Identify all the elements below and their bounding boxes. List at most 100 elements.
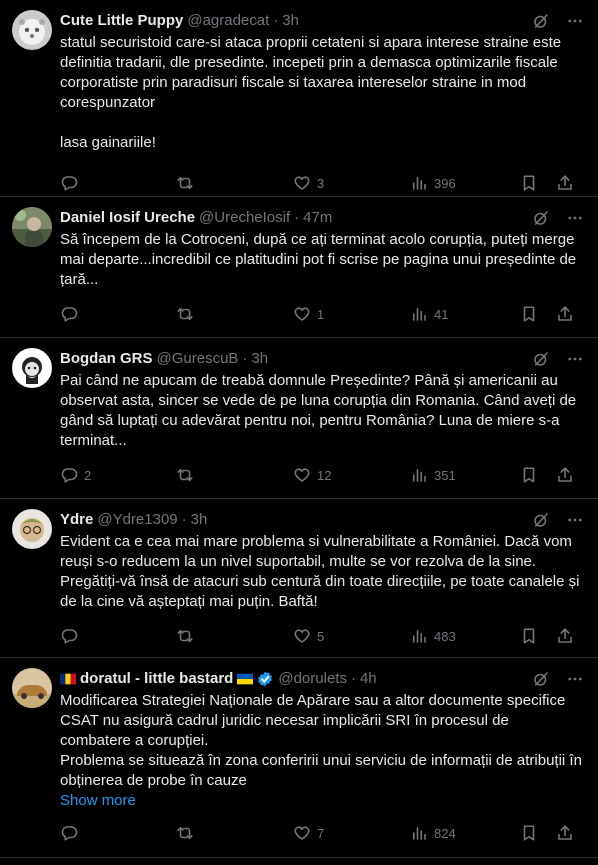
view-count: 483 — [434, 628, 456, 644]
author-name[interactable]: doratul - little bastard — [80, 669, 233, 689]
author-handle[interactable]: @Ydre1309 — [97, 510, 177, 530]
bookmark-icon — [520, 627, 538, 645]
like-button[interactable]: 1 — [293, 304, 324, 324]
separator: · — [242, 350, 248, 367]
more-icon[interactable] — [566, 350, 584, 368]
views-chart-icon — [410, 305, 428, 323]
avatar[interactable] — [12, 509, 52, 549]
separator: · — [273, 12, 279, 29]
tweet[interactable]: Daniel Iosif Ureche @UrecheIosif · 47m S… — [0, 197, 598, 338]
reply-button[interactable] — [60, 823, 84, 843]
timestamp[interactable]: 3h — [282, 11, 299, 31]
reply-button[interactable] — [60, 304, 84, 324]
share-button[interactable] — [556, 304, 574, 324]
repost-icon — [176, 305, 194, 323]
avatar[interactable] — [12, 10, 52, 50]
share-button[interactable] — [556, 626, 574, 646]
repost-button[interactable] — [176, 304, 200, 324]
repost-icon — [176, 466, 194, 484]
share-button[interactable] — [556, 823, 574, 843]
author-handle[interactable]: @dorulets — [278, 669, 347, 689]
tweet-text: Pai când ne apucam de treabă domnule Pre… — [60, 372, 581, 449]
heart-icon — [293, 305, 311, 323]
action-bar: 7 824 — [60, 823, 582, 843]
reply-icon — [60, 627, 78, 645]
reply-icon — [60, 824, 78, 842]
reply-icon — [60, 305, 78, 323]
share-icon — [556, 305, 574, 323]
repost-icon — [176, 174, 194, 192]
like-count: 5 — [317, 628, 325, 644]
views-button[interactable]: 483 — [410, 626, 456, 646]
like-count: 1 — [317, 306, 325, 322]
tweet[interactable]: Bogdan GRS @GurescuB · 3h Pai când ne ap… — [0, 338, 598, 499]
author-name[interactable]: Bogdan GRS — [60, 349, 153, 369]
more-icon[interactable] — [566, 12, 584, 30]
share-button[interactable] — [556, 173, 574, 193]
reply-icon — [60, 174, 78, 192]
like-count: 7 — [317, 825, 325, 841]
avatar[interactable] — [12, 348, 52, 388]
timestamp[interactable]: 3h — [191, 510, 208, 530]
like-count: 3 — [317, 175, 325, 191]
author-name[interactable]: Ydre — [60, 510, 93, 530]
author-name[interactable]: Cute Little Puppy — [60, 11, 183, 31]
more-icon[interactable] — [566, 670, 584, 688]
views-button[interactable]: 351 — [410, 465, 456, 485]
more-icon[interactable] — [566, 209, 584, 227]
grok-icon[interactable] — [532, 350, 550, 368]
bookmark-icon — [520, 174, 538, 192]
like-button[interactable]: 12 — [293, 465, 331, 485]
repost-button[interactable] — [176, 465, 200, 485]
author-handle[interactable]: @UrecheIosif — [199, 208, 290, 228]
author-handle[interactable]: @agradecat — [187, 11, 269, 31]
reply-button[interactable]: 2 — [60, 465, 91, 485]
bookmark-button[interactable] — [520, 626, 538, 646]
views-button[interactable]: 41 — [410, 304, 448, 324]
tweet[interactable]: doratul - little bastard @dorulets · 4h … — [0, 658, 598, 858]
tweet[interactable]: Ydre @Ydre1309 · 3h Evident ca e cea mai… — [0, 499, 598, 658]
repost-button[interactable] — [176, 823, 200, 843]
author-handle[interactable]: @GurescuB — [157, 349, 239, 369]
bookmark-button[interactable] — [520, 823, 538, 843]
verified-badge-icon[interactable] — [256, 670, 274, 688]
show-more-link[interactable]: Show more — [60, 791, 582, 811]
grok-icon[interactable] — [532, 209, 550, 227]
action-bar: 5 483 — [60, 626, 582, 646]
like-count: 12 — [317, 467, 332, 483]
views-chart-icon — [410, 174, 428, 192]
view-count: 41 — [434, 306, 449, 322]
grok-icon[interactable] — [532, 511, 550, 529]
timestamp[interactable]: 3h — [251, 349, 268, 369]
more-icon[interactable] — [566, 511, 584, 529]
separator: · — [294, 209, 300, 226]
repost-button[interactable] — [176, 173, 200, 193]
reply-button[interactable] — [60, 173, 84, 193]
view-count: 396 — [434, 175, 456, 191]
bookmark-button[interactable] — [520, 304, 538, 324]
like-button[interactable]: 3 — [293, 173, 324, 193]
reply-button[interactable] — [60, 626, 84, 646]
avatar[interactable] — [12, 207, 52, 247]
author-name[interactable]: Daniel Iosif Ureche — [60, 208, 195, 228]
action-bar: 3 396 — [60, 173, 582, 193]
separator: · — [181, 511, 187, 528]
view-count: 351 — [434, 467, 456, 483]
grok-icon[interactable] — [532, 670, 550, 688]
tweet[interactable]: Cute Little Puppy @agradecat · 3h statul… — [0, 0, 598, 197]
timestamp[interactable]: 47m — [303, 208, 332, 228]
separator: · — [350, 670, 356, 687]
bookmark-button[interactable] — [520, 173, 538, 193]
views-chart-icon — [410, 466, 428, 484]
repost-icon — [176, 824, 194, 842]
like-button[interactable]: 7 — [293, 823, 324, 843]
like-button[interactable]: 5 — [293, 626, 324, 646]
share-button[interactable] — [556, 465, 574, 485]
bookmark-button[interactable] — [520, 465, 538, 485]
views-button[interactable]: 824 — [410, 823, 456, 843]
grok-icon[interactable] — [532, 12, 550, 30]
avatar[interactable] — [12, 668, 52, 708]
timestamp[interactable]: 4h — [360, 669, 377, 689]
views-button[interactable]: 396 — [410, 173, 456, 193]
repost-button[interactable] — [176, 626, 200, 646]
